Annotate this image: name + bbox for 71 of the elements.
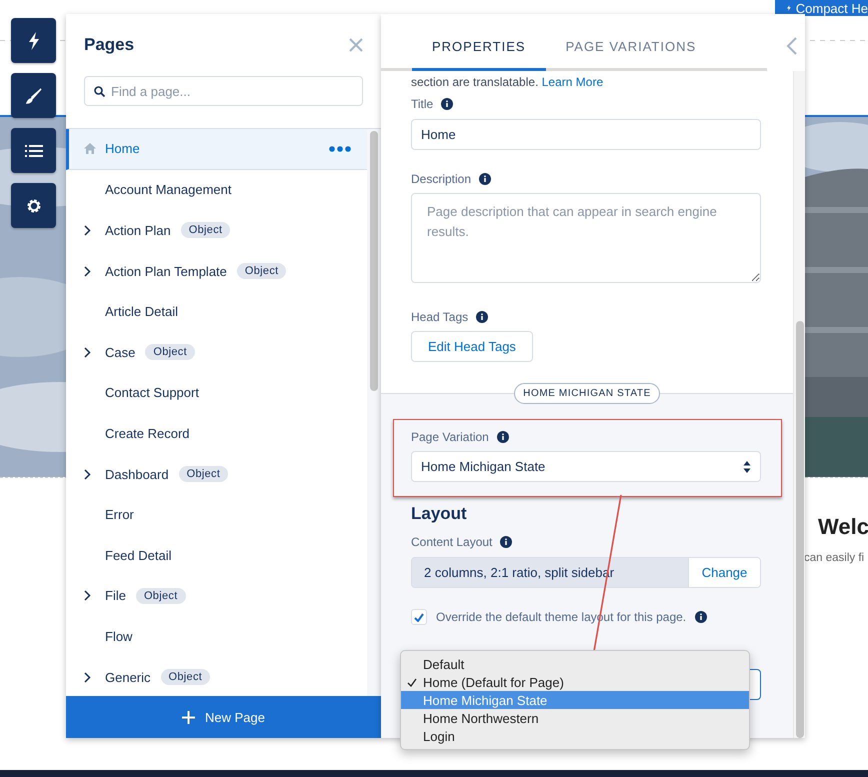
menu-option[interactable]: Home (Default for Page)	[401, 673, 749, 691]
page-item[interactable]: Feed Detail	[66, 534, 367, 576]
menu-option[interactable]: Default	[401, 655, 749, 673]
lightning-icon[interactable]	[11, 18, 56, 63]
field-label: Content Layout	[411, 535, 492, 549]
page-item[interactable]: Dashboard Object	[66, 454, 367, 494]
site-text: can easily fi	[804, 552, 866, 564]
paintbrush-icon[interactable]	[11, 73, 56, 118]
intro-text: section are translatable. Learn More	[411, 74, 604, 90]
object-badge: Object	[236, 263, 286, 280]
info-icon[interactable]	[496, 431, 509, 443]
learn-more-link[interactable]: Learn More	[542, 75, 604, 89]
chevron-icon[interactable]	[84, 672, 91, 683]
change-button[interactable]: Change	[689, 558, 760, 587]
info-icon[interactable]	[441, 98, 454, 110]
page-variation-select[interactable]: Home Michigan State	[411, 451, 761, 482]
info-icon[interactable]	[500, 536, 512, 548]
chevron-icon[interactable]	[84, 590, 91, 602]
menu-option[interactable]: Login	[401, 727, 749, 745]
more-icon[interactable]	[329, 146, 351, 152]
object-badge: Object	[145, 344, 195, 360]
chevron-icon[interactable]	[84, 468, 91, 480]
search-icon	[94, 86, 105, 97]
page-item[interactable]: Home	[66, 129, 367, 170]
chevron-icon[interactable]	[84, 224, 91, 236]
check-icon	[414, 612, 424, 622]
page-item[interactable]: Action Plan Template Object	[66, 250, 367, 292]
chevron-icon[interactable]	[84, 266, 91, 277]
field-label: Page Variation	[411, 430, 489, 444]
field-label: Head Tags	[411, 310, 468, 324]
check-icon	[407, 678, 417, 686]
page-item[interactable]: Flow	[66, 616, 367, 657]
info-icon[interactable]	[479, 173, 492, 185]
checkbox[interactable]	[411, 609, 427, 625]
object-badge: Object	[180, 222, 230, 238]
page-item[interactable]: File Object	[66, 576, 367, 616]
variation-badge: HOME MICHIGAN STATE	[514, 383, 660, 404]
tab[interactable]: PAGE VARIATIONS	[546, 39, 716, 71]
page-item[interactable]: Create Record	[66, 413, 367, 454]
edit-head-tags-button[interactable]: Edit Head Tags	[411, 331, 533, 362]
scrollbar[interactable]	[370, 131, 378, 391]
info-icon[interactable]	[476, 311, 488, 323]
scrollbar[interactable]	[796, 321, 804, 738]
plus-icon	[182, 710, 195, 724]
chevron-icon[interactable]	[84, 346, 91, 358]
compact-header-button[interactable]: Compact He	[775, 0, 868, 16]
object-badge: Object	[136, 588, 186, 604]
sort-arrows-icon	[743, 460, 751, 474]
section-heading: Layout	[411, 504, 468, 524]
page-item[interactable]: Article Detail	[66, 291, 367, 332]
page-item[interactable]: Case Object	[66, 332, 367, 373]
settings-icon[interactable]	[11, 183, 56, 228]
page-item[interactable]: Account Management	[66, 170, 367, 210]
page-item[interactable]: Error	[66, 494, 367, 535]
site-heading: Welc	[817, 514, 868, 540]
object-badge: Object	[160, 669, 210, 686]
search-field[interactable]: Find a page...	[84, 76, 363, 106]
panel-title: Pages	[84, 35, 134, 55]
field-label: Description	[411, 172, 472, 186]
title-field[interactable]: Home	[411, 119, 761, 150]
field-label: Title	[411, 97, 434, 111]
home-icon	[84, 143, 96, 154]
page-item[interactable]: Contact Support	[66, 372, 367, 414]
page-item[interactable]: Action Plan Object	[66, 210, 367, 251]
list-icon[interactable]	[11, 128, 56, 173]
menu-option[interactable]: Home Northwestern	[401, 709, 749, 727]
new-page-button[interactable]: New Page	[66, 696, 381, 738]
description-field[interactable]: Page description that can appear in search engine results.	[411, 193, 761, 283]
tab[interactable]: PROPERTIES	[412, 39, 546, 71]
object-badge: Object	[178, 466, 228, 482]
info-icon[interactable]	[695, 611, 708, 623]
